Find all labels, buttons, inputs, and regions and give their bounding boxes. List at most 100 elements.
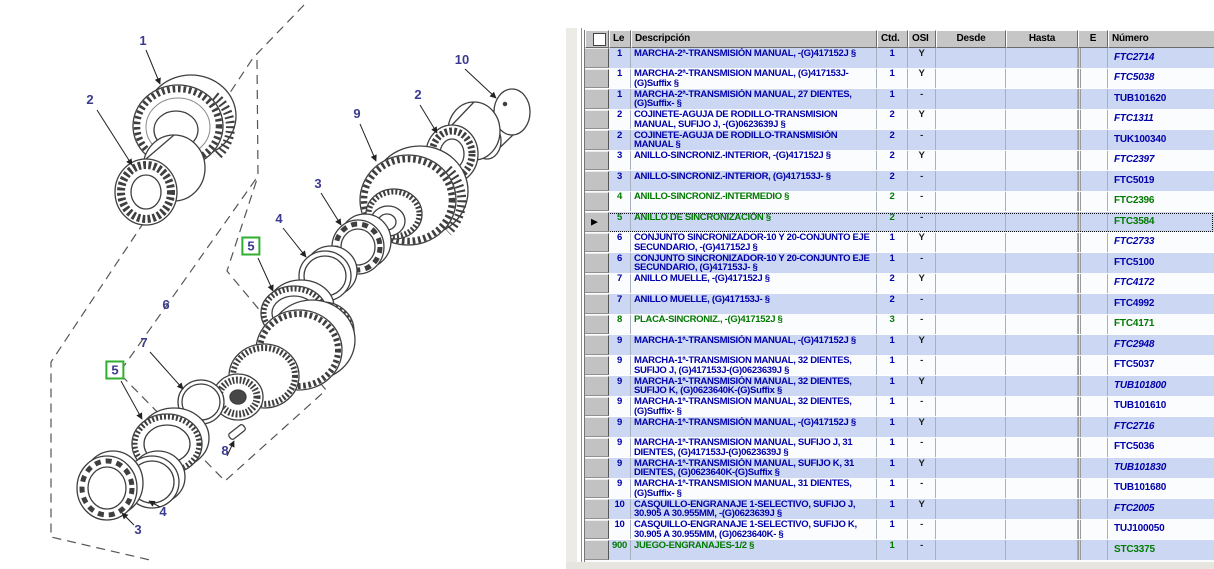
cell-hasta — [1006, 376, 1078, 396]
row-selector-button[interactable]: ▶ — [585, 212, 609, 232]
cell-osi: Y — [908, 151, 936, 171]
table-row[interactable]: 9MARCHA-1ª-TRANSMISIÓN MANUAL, 32 DIENTE… — [585, 356, 1214, 377]
cell-numero: FTC5036 — [1108, 438, 1214, 458]
table-row[interactable]: 10CASQUILLO-ENGRANAJE 1-SELECTIVO, SUFIJ… — [585, 520, 1214, 541]
cell-le: 7 — [609, 294, 631, 314]
cell-numero: FTC5019 — [1108, 171, 1214, 191]
header-desde[interactable]: Desde — [936, 30, 1006, 48]
cell-ctd: 1 — [877, 376, 908, 396]
table-row[interactable]: 3ANILLO-SINCRONIZ.-INTERIOR, -(G)417152J… — [585, 151, 1214, 172]
table-row[interactable]: 9MARCHA-1ª-TRANSMISIÓN MANUAL, 31 DIENTE… — [585, 479, 1214, 500]
callout-6[interactable]: 6 — [162, 298, 169, 312]
table-row[interactable]: 7ANILLO MUELLE, (G)417153J- §2-FTC4992 — [585, 294, 1214, 315]
table-row[interactable]: 2COJINETE-AGUJA DE RODILLO-TRANSMISIÓN M… — [585, 110, 1214, 131]
cell-desde — [936, 69, 1006, 89]
header-osi[interactable]: OSI — [908, 30, 936, 48]
header-ctd[interactable]: Ctd. — [877, 30, 908, 48]
cell-desc: MARCHA-2ª-TRANSMISIÓN MANUAL, (G)417153J… — [631, 69, 877, 89]
table-row[interactable]: 1MARCHA-2ª-TRANSMISIÓN MANUAL, (G)417153… — [585, 69, 1214, 90]
row-selector-button[interactable] — [585, 294, 609, 314]
cell-desc: JUEGO-ENGRANAJES-1/2 § — [631, 540, 877, 560]
row-selector-button[interactable] — [585, 69, 609, 89]
callout-2[interactable]: 2 — [414, 88, 421, 102]
row-selector-button[interactable] — [585, 356, 609, 376]
table-row[interactable]: 1MARCHA-2ª-TRANSMISIÓN MANUAL, -(G)41715… — [585, 48, 1214, 69]
cell-hasta — [1006, 458, 1078, 478]
table-row[interactable]: 2COJINETE-AGUJA DE RODILLO-TRANSMISIÓN M… — [585, 130, 1214, 151]
row-selector-button[interactable] — [585, 130, 609, 150]
table-row[interactable]: 9MARCHA-1ª-TRANSMISIÓN MANUAL, SUFIJO K,… — [585, 458, 1214, 479]
table-row[interactable]: 1MARCHA-2ª-TRANSMISIÓN MANUAL, 27 DIENTE… — [585, 89, 1214, 110]
row-selector-button[interactable] — [585, 397, 609, 417]
callout-10[interactable]: 10 — [455, 53, 469, 67]
table-row[interactable]: 4ANILLO-SINCRONIZ.-INTERMEDIO §2-FTC2396 — [585, 192, 1214, 213]
table-row[interactable]: 900JUEGO-ENGRANAJES-1/2 §1-STC3375 — [585, 540, 1214, 561]
header-descripcion[interactable]: Descripción — [631, 30, 877, 48]
cell-e — [1078, 376, 1108, 396]
row-selector-button[interactable] — [585, 458, 609, 478]
row-selector-button[interactable] — [585, 233, 609, 253]
table-row[interactable]: 9MARCHA-1ª-TRANSMISIÓN MANUAL, -(G)41715… — [585, 417, 1214, 438]
row-selector-button[interactable] — [585, 315, 609, 335]
select-all-checkbox[interactable] — [593, 33, 606, 46]
callout-5-boxed[interactable]: 5 — [241, 237, 260, 256]
header-select[interactable] — [585, 30, 609, 48]
row-selector-button[interactable] — [585, 417, 609, 437]
row-selector-button[interactable] — [585, 274, 609, 294]
panel-splitter[interactable] — [566, 28, 577, 569]
callout-7[interactable]: 7 — [140, 336, 147, 350]
cell-numero: FTC4172 — [1108, 274, 1214, 294]
cell-desde — [936, 253, 1006, 273]
table-row[interactable]: 6CONJUNTO SINCRONIZADOR-10 Y 20-CONJUNTO… — [585, 233, 1214, 254]
row-selector-button[interactable] — [585, 89, 609, 109]
row-selector-button[interactable] — [585, 438, 609, 458]
row-selector-button[interactable] — [585, 499, 609, 519]
cell-desc: CONJUNTO SINCRONIZADOR-10 Y 20-CONJUNTO … — [631, 253, 877, 273]
row-selector-button[interactable] — [585, 376, 609, 396]
row-selector-button[interactable] — [585, 335, 609, 355]
row-selector-button[interactable] — [585, 171, 609, 191]
row-selector-button[interactable] — [585, 110, 609, 130]
callout-9[interactable]: 9 — [353, 107, 360, 121]
row-selector-button[interactable] — [585, 192, 609, 212]
table-row[interactable]: 3ANILLO-SINCRONIZ.-INTERIOR, (G)417153J-… — [585, 171, 1214, 192]
callout-3[interactable]: 3 — [134, 523, 141, 537]
table-row[interactable]: 8PLACA-SINCRONIZ., -(G)417152J §3-FTC417… — [585, 315, 1214, 336]
row-selector-button[interactable] — [585, 253, 609, 273]
header-e[interactable]: E — [1078, 30, 1108, 48]
header-le[interactable]: Le — [609, 30, 631, 48]
header-numero[interactable]: Número — [1108, 30, 1214, 48]
row-selector-button[interactable] — [585, 48, 609, 68]
table-row[interactable]: 9MARCHA-1ª-TRANSMISIÓN MANUAL, SUFIJO J,… — [585, 438, 1214, 459]
cell-desde — [936, 151, 1006, 171]
callout-4[interactable]: 4 — [159, 505, 166, 519]
table-row[interactable]: 9MARCHA-1ª-TRANSMISIÓN MANUAL, 32 DIENTE… — [585, 397, 1214, 418]
cell-ctd: 3 — [877, 315, 908, 335]
callout-5-boxed[interactable]: 5 — [105, 361, 124, 380]
header-hasta[interactable]: Hasta — [1006, 30, 1078, 48]
table-row[interactable]: 6CONJUNTO SINCRONIZADOR-10 Y 20-CONJUNTO… — [585, 253, 1214, 274]
callout-8[interactable]: 8 — [221, 444, 228, 458]
callout-1[interactable]: 1 — [139, 34, 146, 48]
cell-e — [1078, 397, 1108, 417]
table-row[interactable]: ▶5ANILLO DE SINCRONIZACIÓN §2-FTC3584 — [585, 212, 1214, 233]
cell-osi: - — [908, 479, 936, 499]
cell-numero: TUJ100050 — [1108, 520, 1214, 540]
cell-desc: MARCHA-1ª-TRANSMISIÓN MANUAL, 32 DIENTES… — [631, 397, 877, 417]
row-selector-button[interactable] — [585, 151, 609, 171]
table-row[interactable]: 10CASQUILLO-ENGRANAJE 1-SELECTIVO, SUFIJ… — [585, 499, 1214, 520]
row-selector-button[interactable] — [585, 479, 609, 499]
callout-4[interactable]: 4 — [275, 212, 282, 226]
row-selector-button[interactable] — [585, 520, 609, 540]
row-selector-button[interactable] — [585, 540, 609, 560]
table-row[interactable]: 7ANILLO MUELLE, -(G)417152J §2YFTC4172 — [585, 274, 1214, 295]
cell-le: 900 — [609, 540, 631, 560]
cell-desc: CONJUNTO SINCRONIZADOR-10 Y 20-CONJUNTO … — [631, 233, 877, 253]
table-row[interactable]: 9MARCHA-1ª-TRANSMISIÓN MANUAL, 32 DIENTE… — [585, 376, 1214, 397]
cell-numero: FTC2733 — [1108, 233, 1214, 253]
cell-desc: MARCHA-1ª-TRANSMISIÓN MANUAL, -(G)417152… — [631, 335, 877, 355]
cell-hasta — [1006, 397, 1078, 417]
callout-2[interactable]: 2 — [86, 93, 93, 107]
callout-3[interactable]: 3 — [314, 177, 321, 191]
table-row[interactable]: 9MARCHA-1ª-TRANSMISIÓN MANUAL, -(G)41715… — [585, 335, 1214, 356]
